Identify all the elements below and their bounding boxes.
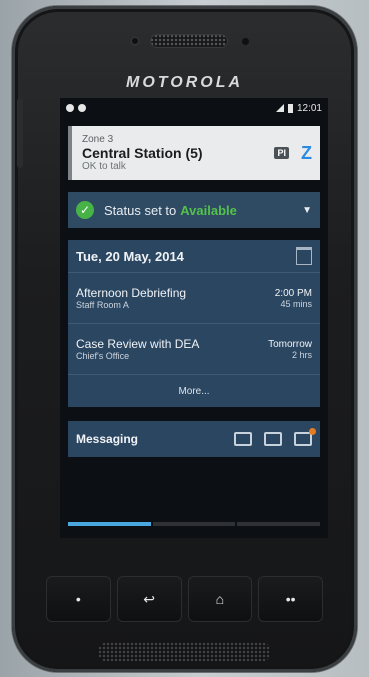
- page-indicator-dot: [68, 522, 151, 526]
- status-value: Available: [180, 202, 237, 218]
- event-duration: 45 mins: [280, 298, 312, 309]
- side-key[interactable]: [17, 98, 23, 168]
- status-prefix: Status set to: [104, 202, 177, 218]
- event-duration: 2 hrs: [291, 349, 312, 360]
- page-indicator-dot: [152, 522, 236, 526]
- notification-icon: [66, 104, 74, 112]
- channel-name: Central Station (5): [82, 145, 203, 161]
- messaging-widget[interactable]: Messaging: [68, 421, 320, 457]
- mute-icon: [78, 104, 86, 112]
- zone-card[interactable]: Zone 3 Central Station (5) OK to talk PI…: [68, 126, 320, 180]
- status-selector[interactable]: ✓ Status set to Available ▼: [68, 192, 320, 228]
- menu-button[interactable]: •: [46, 576, 111, 622]
- screen: 12:01 Zone 3 Central Station (5) OK to t…: [60, 98, 328, 538]
- check-icon: ✓: [76, 201, 94, 219]
- event-time: 2:00 PM: [274, 287, 312, 299]
- clock: 12:01: [296, 102, 322, 114]
- event-location: Staff Room A: [76, 300, 129, 310]
- dropdown-caret-icon[interactable]: ▼: [302, 205, 312, 216]
- event-time: Tomorrow: [268, 338, 312, 350]
- message-icon[interactable]: [264, 432, 282, 446]
- event-location: Chief's Office: [76, 351, 130, 361]
- calendar-item[interactable]: Case Review with DEA Chief's Office Tomo…: [68, 324, 320, 375]
- event-title: Case Review with DEA: [76, 337, 200, 351]
- calendar-date: Tue, 20 May, 2014: [76, 248, 184, 264]
- messaging-title: Messaging: [76, 432, 139, 446]
- signal-icon: [275, 104, 284, 112]
- calendar-item[interactable]: Afternoon Debriefing Staff Room A 2:00 P…: [68, 273, 320, 324]
- proximity-sensor: [242, 38, 249, 45]
- event-title: Afternoon Debriefing: [76, 286, 187, 300]
- pi-badge: PI: [274, 147, 289, 159]
- brand-logo: MOTOROLA: [125, 74, 244, 91]
- page-indicator-dot: [237, 522, 321, 526]
- notifications-icon[interactable]: [294, 428, 316, 446]
- camera-icon[interactable]: [234, 432, 252, 446]
- calendar-icon[interactable]: [296, 247, 312, 265]
- battery-icon: [287, 103, 293, 113]
- earpiece-speaker: [150, 34, 228, 48]
- zone-label: Zone 3: [82, 134, 114, 145]
- home-button[interactable]: ⌂: [187, 576, 253, 622]
- zone-switch-icon[interactable]: Z: [301, 143, 312, 164]
- more-button[interactable]: More...: [68, 375, 320, 407]
- page-indicator: [68, 522, 321, 526]
- front-camera: [130, 36, 140, 46]
- more-options-button[interactable]: ••: [258, 576, 323, 622]
- device-frame: MOTOROLA 12:01 Zone 3 Central Station (5…: [12, 6, 357, 672]
- back-button[interactable]: ↩: [116, 576, 182, 622]
- calendar-widget: Tue, 20 May, 2014 Afternoon Debriefing S…: [68, 240, 320, 407]
- status-bar: 12:01: [60, 98, 328, 118]
- nav-buttons: • ↩ ⌂ ••: [46, 576, 323, 622]
- talk-status: OK to talk: [82, 161, 126, 172]
- calendar-header: Tue, 20 May, 2014: [68, 240, 320, 273]
- bottom-speaker-grille: [98, 642, 271, 662]
